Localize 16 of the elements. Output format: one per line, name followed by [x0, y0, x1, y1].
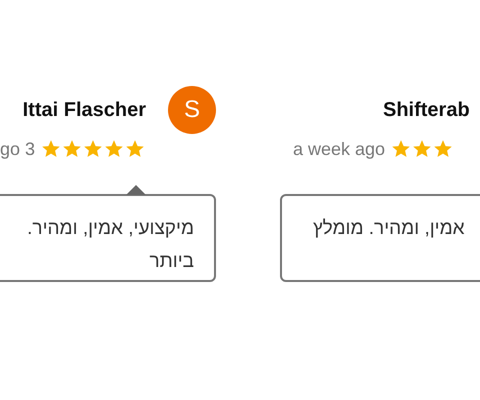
review-text: אמין, ומהיר. מומלץ — [313, 217, 465, 241]
review-time: a week ago — [293, 138, 386, 160]
star-icon — [125, 139, 145, 159]
star-icon — [412, 139, 432, 159]
review-text: ביותר — [149, 250, 194, 274]
review-text: מיקצועי, אמין, ומהיר. — [27, 217, 194, 241]
avatar: S — [168, 86, 216, 134]
reviewer-name: Ittai Flascher — [22, 98, 146, 122]
star-icon — [62, 139, 82, 159]
star-icon — [83, 139, 103, 159]
star-icon — [391, 139, 412, 159]
star-icon — [41, 139, 61, 159]
reviewer-name: Shifterab — [383, 98, 470, 122]
star-icon — [433, 139, 454, 159]
star-icon — [104, 139, 124, 159]
review-time: go 3 — [0, 138, 35, 160]
